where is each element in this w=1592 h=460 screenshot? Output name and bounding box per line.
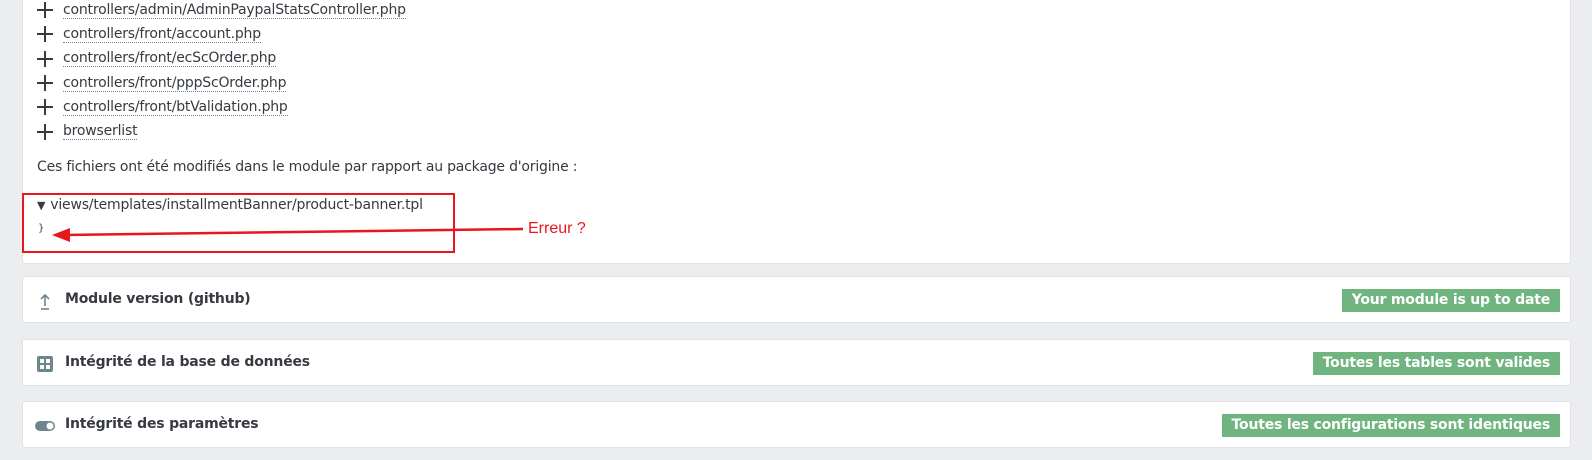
panel-title: Module version (github) xyxy=(65,291,251,307)
file-link[interactable]: controllers/front/btValidation.php xyxy=(63,99,288,116)
list-item: controllers/front/btValidation.php xyxy=(37,95,406,119)
grid-icon xyxy=(37,356,53,372)
annotation-label: Erreur ? xyxy=(528,220,586,237)
plus-icon xyxy=(37,123,53,140)
plus-icon xyxy=(37,99,53,116)
modified-files-intro: Ces fichiers ont été modifiés dans le mo… xyxy=(37,159,578,175)
list-item: controllers/admin/AdminPaypalStatsContro… xyxy=(37,0,406,22)
toggle-icon xyxy=(35,421,55,431)
added-files-list: controllers/admin/AdminPaypalStatsContro… xyxy=(37,0,406,144)
module-version-panel[interactable]: Module version (github) Your module is u… xyxy=(22,276,1571,323)
parameters-integrity-panel[interactable]: Intégrité des paramètres Toutes les conf… xyxy=(22,401,1571,448)
file-link[interactable]: controllers/front/account.php xyxy=(63,26,261,43)
panel-title: Intégrité des paramètres xyxy=(65,416,259,432)
database-integrity-panel[interactable]: Intégrité de la base de données Toutes l… xyxy=(22,339,1571,386)
plus-icon xyxy=(37,75,53,92)
list-item: controllers/front/account.php xyxy=(37,22,406,46)
list-item: controllers/front/pppScOrder.php xyxy=(37,71,406,95)
annotation-arrow xyxy=(52,227,524,242)
file-link[interactable]: controllers/front/pppScOrder.php xyxy=(63,75,286,92)
file-link[interactable]: controllers/front/ecScOrder.php xyxy=(63,50,276,68)
upload-arrow-icon xyxy=(40,293,50,310)
list-item: controllers/front/ecScOrder.php xyxy=(37,47,406,71)
plus-icon xyxy=(37,2,53,19)
status-badge: Toutes les tables sont valides xyxy=(1312,352,1560,375)
plus-icon xyxy=(37,26,53,43)
file-link[interactable]: browserlist xyxy=(63,123,138,141)
status-badge: Toutes les configurations sont identique… xyxy=(1221,414,1560,437)
status-badge: Your module is up to date xyxy=(1341,289,1560,312)
panel-title: Intégrité de la base de données xyxy=(65,354,310,370)
file-link[interactable]: controllers/admin/AdminPaypalStatsContro… xyxy=(63,2,406,19)
plus-icon xyxy=(37,50,53,67)
list-item: browserlist xyxy=(37,119,406,143)
